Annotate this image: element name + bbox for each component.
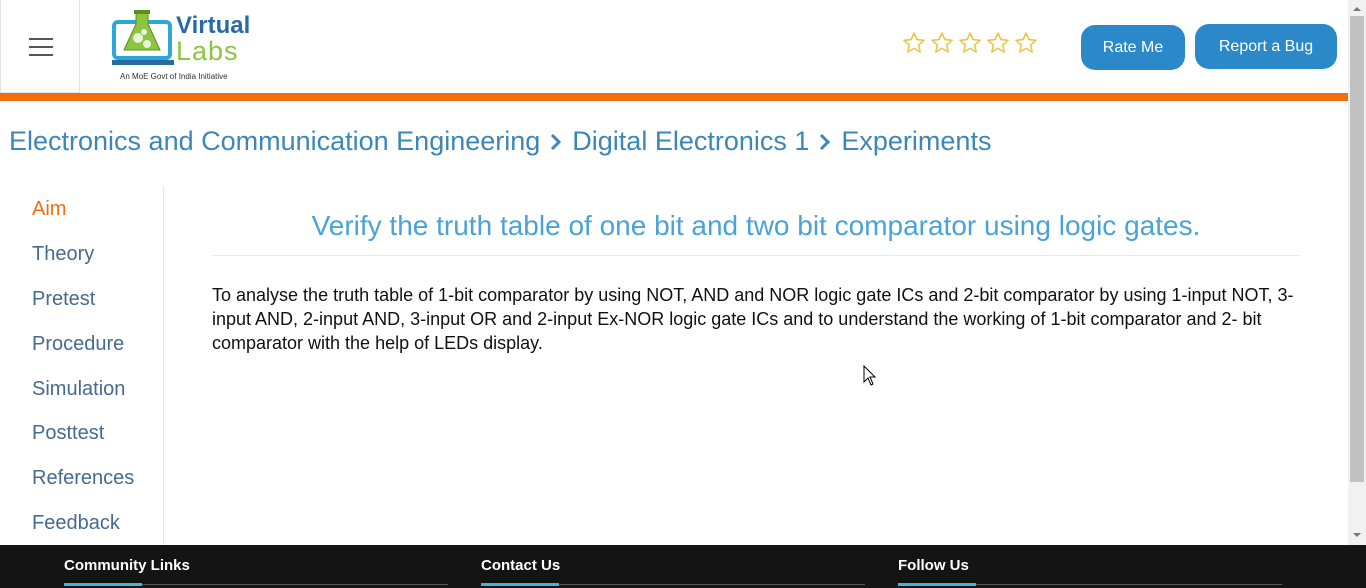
virtual-labs-logo[interactable]: Virtual Labs An MoE Govt of India Initia… <box>108 6 258 86</box>
sidebar-nav: Aim Theory Pretest Procedure Simulation … <box>0 186 164 546</box>
scrollbar-thumb[interactable] <box>1350 16 1364 482</box>
sidebar-item-references[interactable]: References <box>32 467 134 490</box>
sidebar-item-pretest[interactable]: Pretest <box>32 288 95 311</box>
sidebar-item-posttest[interactable]: Posttest <box>32 422 104 445</box>
star-outline-icon[interactable] <box>1014 31 1038 55</box>
footer-follow-us: Follow Us <box>898 557 969 574</box>
star-outline-icon[interactable] <box>986 31 1010 55</box>
logo-tagline: An MoE Govt of India Initiative <box>120 72 228 81</box>
breadcrumb: Electronics and Communication Engineerin… <box>9 126 991 157</box>
flask-monitor-icon <box>112 10 174 65</box>
rate-me-button[interactable]: Rate Me <box>1081 25 1185 70</box>
footer-accent <box>481 583 559 586</box>
menu-icon-bar <box>29 46 53 48</box>
scroll-up-arrow-icon[interactable] <box>1352 4 1362 14</box>
header-accent-bar <box>0 93 1348 101</box>
breadcrumb-lab[interactable]: Digital Electronics 1 <box>572 126 809 157</box>
breadcrumb-discipline[interactable]: Electronics and Communication Engineerin… <box>9 126 540 157</box>
footer-community-links: Community Links <box>64 557 190 574</box>
experiment-title: Verify the truth table of one bit and tw… <box>311 210 1201 241</box>
breadcrumb-experiments[interactable]: Experiments <box>841 126 991 157</box>
star-outline-icon[interactable] <box>902 31 926 55</box>
menu-icon-bar <box>29 54 53 56</box>
footer-accent <box>898 583 976 586</box>
star-outline-icon[interactable] <box>958 31 982 55</box>
mouse-cursor-icon <box>863 365 877 386</box>
sidebar-item-simulation[interactable]: Simulation <box>32 378 125 401</box>
sidebar-item-procedure[interactable]: Procedure <box>32 333 124 356</box>
menu-button[interactable] <box>0 0 80 93</box>
star-rating <box>902 31 1038 55</box>
site-footer: Community Links Contact Us Follow Us <box>0 545 1366 588</box>
report-bug-button[interactable]: Report a Bug <box>1195 24 1337 69</box>
scroll-down-arrow-icon[interactable] <box>1352 530 1362 540</box>
aim-description: To analyse the truth table of 1-bit comp… <box>212 285 1294 353</box>
site-header: Virtual Labs An MoE Govt of India Initia… <box>0 0 1348 93</box>
sidebar-item-feedback[interactable]: Feedback <box>32 512 120 535</box>
menu-icon-bar <box>29 38 53 40</box>
star-outline-icon[interactable] <box>930 31 954 55</box>
sidebar-item-aim[interactable]: Aim <box>32 198 66 221</box>
title-divider <box>212 255 1300 256</box>
sidebar-item-theory[interactable]: Theory <box>32 243 94 266</box>
chevron-right-icon <box>551 133 562 150</box>
logo-text-labs: Labs <box>176 36 239 66</box>
footer-accent <box>64 583 142 586</box>
chevron-right-icon <box>820 133 831 150</box>
footer-contact-us: Contact Us <box>481 557 561 574</box>
